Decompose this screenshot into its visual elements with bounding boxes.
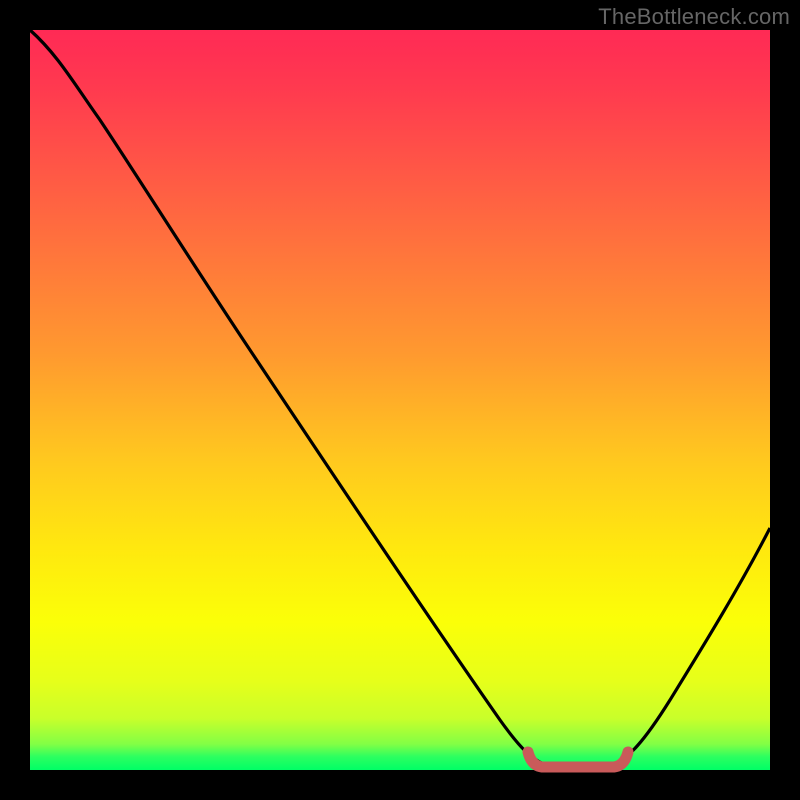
watermark-label: TheBottleneck.com: [598, 4, 790, 30]
optimal-zone-marker: [528, 752, 628, 767]
curve-path: [30, 30, 770, 766]
chart-plot-area: [30, 30, 770, 770]
bottleneck-curve: [30, 30, 770, 770]
chart-frame: TheBottleneck.com: [0, 0, 800, 800]
